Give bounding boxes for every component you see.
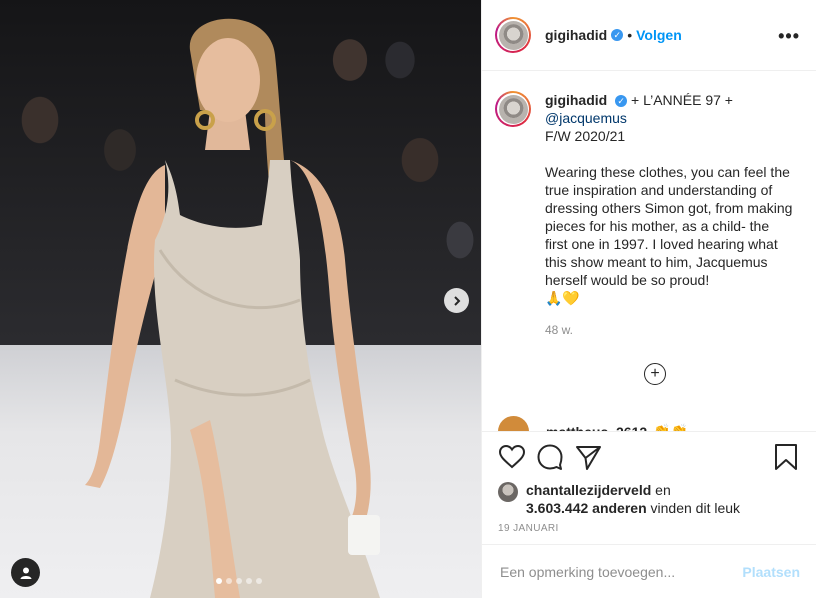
verified-badge-icon: ✓ xyxy=(615,95,628,107)
likes-conjunction: en xyxy=(655,482,671,498)
post-header: gigihadid ✓ • Volgen ••• xyxy=(482,0,816,71)
follow-button[interactable]: Volgen xyxy=(636,27,682,43)
caption-season: F/W 2020/21 xyxy=(545,128,626,144)
actions-bar: chantallezijderveld en 3.603.442 anderen… xyxy=(482,431,816,546)
verified-badge-icon: ✓ xyxy=(611,29,624,41)
avatar xyxy=(498,20,528,50)
separator-dot: • xyxy=(627,27,633,43)
caption-body: Wearing these clothes, you can feel the … xyxy=(545,164,793,288)
instagram-post: gigihadid ✓ • Volgen ••• gigihadid ✓ + L… xyxy=(0,0,816,598)
mention-link[interactable]: @jacquemus xyxy=(545,110,627,126)
comment-item: mattheus_2612 👏👏 xyxy=(498,416,688,431)
comment-emoji: 👏👏 xyxy=(653,423,689,431)
carousel-dot xyxy=(236,578,242,584)
likes-count[interactable]: 3.603.442 anderen xyxy=(526,500,647,516)
add-comment-form: Plaatsen xyxy=(482,544,816,598)
caption-time[interactable]: 48 w. xyxy=(545,321,795,339)
comment-input[interactable] xyxy=(498,562,743,581)
post-photo[interactable] xyxy=(0,0,481,598)
comment-bubble-icon[interactable] xyxy=(536,443,564,471)
avatar[interactable] xyxy=(498,482,518,502)
likes-suffix: vinden dit leuk xyxy=(650,500,741,516)
caption-emoji: 🙏💛 xyxy=(545,290,580,306)
header-username[interactable]: gigihadid xyxy=(545,27,607,43)
carousel-dot xyxy=(256,578,262,584)
bookmark-icon[interactable] xyxy=(772,443,800,471)
caption: gigihadid ✓ + L’ANNÉE 97 + @jacquemus F/… xyxy=(482,71,816,339)
paper-plane-icon[interactable] xyxy=(574,443,602,471)
caption-title: + L’ANNÉE 97 + xyxy=(631,92,733,108)
liker-username[interactable]: chantallezijderveld xyxy=(526,482,651,498)
post-date[interactable]: 19 JANUARI xyxy=(498,523,559,534)
comments-section[interactable]: gigihadid ✓ + L’ANNÉE 97 + @jacquemus F/… xyxy=(482,71,816,431)
avatar[interactable] xyxy=(498,416,529,431)
caption-avatar[interactable] xyxy=(495,91,531,127)
load-more-comments-icon[interactable]: + xyxy=(644,363,666,385)
carousel-dot-active xyxy=(216,578,222,584)
story-ring-avatar[interactable] xyxy=(495,17,531,53)
post-comment-button[interactable]: Plaatsen xyxy=(742,564,800,580)
carousel-dot xyxy=(226,578,232,584)
comment-username[interactable]: mattheus_2612 xyxy=(546,424,647,432)
caption-username[interactable]: gigihadid xyxy=(545,92,607,108)
avatar xyxy=(498,94,528,124)
chevron-right-icon xyxy=(453,295,460,306)
carousel-dot xyxy=(246,578,252,584)
caption-text: gigihadid ✓ + L’ANNÉE 97 + @jacquemus F/… xyxy=(545,91,795,339)
carousel-indicator xyxy=(216,578,262,584)
user-tag-icon xyxy=(20,567,31,579)
model-figure xyxy=(85,18,380,598)
post-side-panel: gigihadid ✓ • Volgen ••• gigihadid ✓ + L… xyxy=(481,0,816,598)
more-options-icon[interactable]: ••• xyxy=(778,26,800,47)
heart-icon[interactable] xyxy=(498,443,526,471)
next-slide-button[interactable] xyxy=(444,288,469,313)
likes-summary: chantallezijderveld en 3.603.442 anderen… xyxy=(498,481,740,517)
user-tag-button[interactable] xyxy=(11,558,40,587)
